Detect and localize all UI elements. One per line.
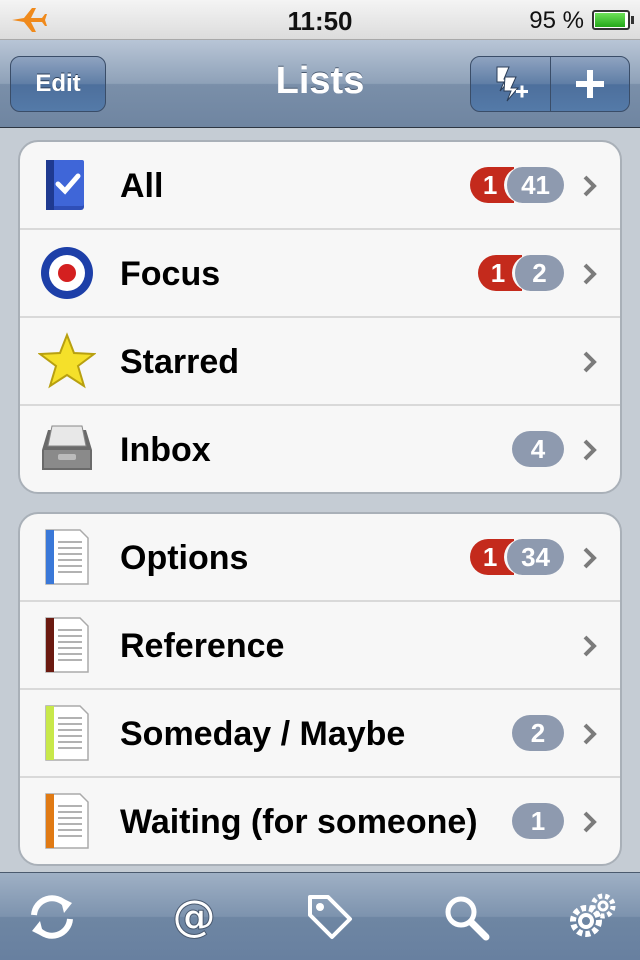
navigation-bar: Edit Lists <box>0 40 640 128</box>
chevron-right-icon <box>583 175 597 197</box>
count-badges: 1 34 <box>470 539 564 575</box>
chevron-right-icon <box>583 439 597 461</box>
chevron-right-icon <box>583 351 597 373</box>
count-badge: 41 <box>504 167 564 203</box>
add-button[interactable] <box>550 57 629 111</box>
bottom-toolbar: @ <box>0 872 640 960</box>
list-item-label: Reference <box>120 627 285 665</box>
search-icon[interactable] <box>440 891 492 943</box>
list-item-starred[interactable]: Starred <box>20 318 620 406</box>
lists-group-primary: All 1 41 Focus 1 2 Starred Inbox 4 <box>18 140 622 494</box>
quick-add-button[interactable] <box>471 57 551 111</box>
book-check-icon <box>46 160 84 210</box>
document-icon <box>45 793 89 849</box>
count-badges: 1 41 <box>470 167 564 203</box>
count-badge: 1 <box>512 803 564 839</box>
count-badges: 1 2 <box>478 255 564 291</box>
list-item-inbox[interactable]: Inbox 4 <box>20 406 620 492</box>
status-bar: 11:50 95 % <box>0 0 640 40</box>
count-badges: 4 <box>512 431 564 467</box>
count-badge: 34 <box>504 539 564 575</box>
at-sign-icon[interactable]: @ <box>168 891 220 943</box>
document-icon <box>45 617 89 673</box>
document-icon <box>45 529 89 585</box>
plus-icon <box>576 70 604 98</box>
list-item-waiting[interactable]: Waiting (for someone) 1 <box>20 778 620 864</box>
lists-group-custom: Options 1 34 Reference Someday / Maybe 2 <box>18 512 622 866</box>
list-item-label: Starred <box>120 343 240 381</box>
count-badge: 4 <box>512 431 564 467</box>
target-icon <box>41 247 93 299</box>
list-item-label: Waiting (for someone) <box>120 803 478 841</box>
list-item-label: Someday / Maybe <box>120 715 406 753</box>
list-item-focus[interactable]: Focus 1 2 <box>20 230 620 318</box>
list-item-label: Inbox <box>120 431 211 469</box>
count-badge: 2 <box>512 255 564 291</box>
chevron-right-icon <box>583 547 597 569</box>
battery-percentage: 95 % <box>529 7 584 34</box>
sync-icon[interactable] <box>26 891 78 943</box>
list-item-label: Options <box>120 539 249 577</box>
list-item-label: All <box>120 167 164 205</box>
svg-text:@: @ <box>172 891 216 942</box>
document-icon <box>45 705 89 761</box>
list-item-reference[interactable]: Reference <box>20 602 620 690</box>
lightning-plus-icon <box>496 66 528 102</box>
inbox-tray-icon <box>42 425 92 470</box>
settings-gears-icon[interactable] <box>566 891 618 943</box>
battery-icon <box>592 10 634 30</box>
tag-icon[interactable] <box>304 891 356 943</box>
count-badges: 2 <box>512 715 564 751</box>
chevron-right-icon <box>583 811 597 833</box>
list-item-label: Focus <box>120 255 221 293</box>
chevron-right-icon <box>583 723 597 745</box>
list-item-all[interactable]: All 1 41 <box>20 142 620 230</box>
count-badges: 1 <box>512 803 564 839</box>
count-badge: 2 <box>512 715 564 751</box>
chevron-right-icon <box>583 263 597 285</box>
list-item-options[interactable]: Options 1 34 <box>20 514 620 602</box>
action-segmented-control <box>470 56 630 112</box>
star-icon <box>38 332 96 389</box>
chevron-right-icon <box>583 635 597 657</box>
list-item-someday-maybe[interactable]: Someday / Maybe 2 <box>20 690 620 778</box>
